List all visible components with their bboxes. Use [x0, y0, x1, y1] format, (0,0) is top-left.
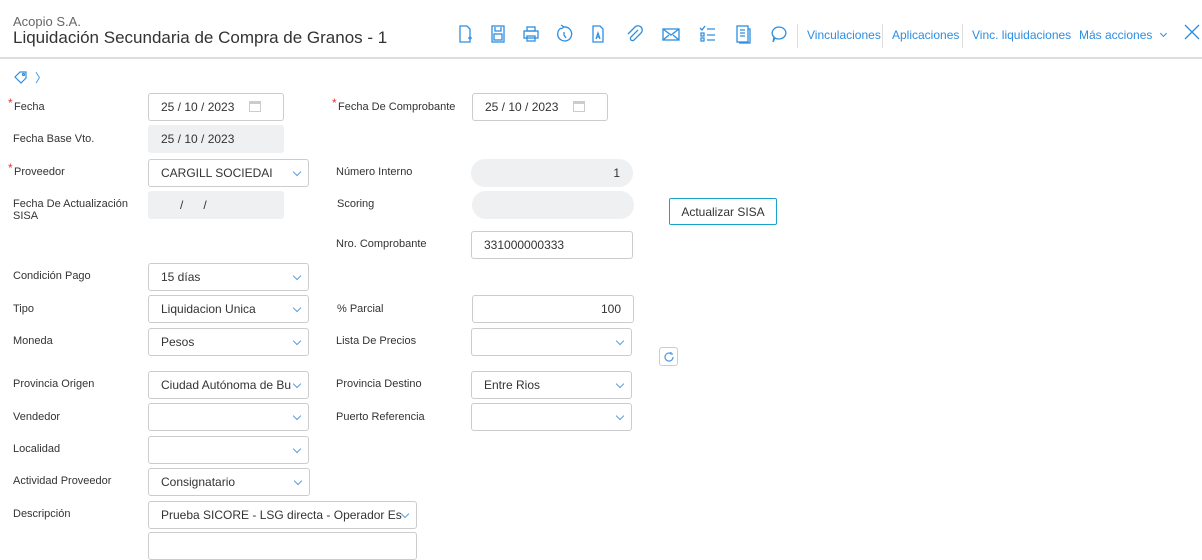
- mas-acciones-menu[interactable]: Más acciones: [1079, 28, 1167, 42]
- provincia-origen-label: Provincia Origen: [13, 378, 95, 390]
- chevron-down-icon: [1159, 29, 1167, 38]
- print-icon[interactable]: [519, 22, 543, 46]
- localidad-label: Localidad: [13, 443, 61, 455]
- actualizar-sisa-button[interactable]: Actualizar SISA: [669, 198, 777, 225]
- fecha-act-sisa-label: Fecha De Actualización SISA: [13, 198, 128, 222]
- comment-icon[interactable]: [767, 22, 791, 46]
- descripcion-select[interactable]: Prueba SICORE - LSG directa - Operador E…: [148, 501, 417, 529]
- company-name: Acopio S.A.: [13, 14, 81, 29]
- fecha-act-sisa-field: / /: [148, 191, 284, 219]
- fecha-input[interactable]: 25 / 10 / 2023: [148, 93, 284, 121]
- vinculaciones-link[interactable]: Vinculaciones: [807, 28, 881, 42]
- proveedor-select[interactable]: CARGILL SOCIEDAI: [148, 159, 309, 187]
- moneda-select[interactable]: Pesos: [148, 328, 309, 356]
- scoring-label: Scoring: [337, 198, 375, 210]
- fecha-value: 25 / 10 / 2023: [161, 100, 235, 114]
- proveedor-label: Proveedor: [8, 162, 65, 178]
- toolbar-separator: [797, 24, 798, 48]
- breadcrumb-chevron-icon[interactable]: 〉: [35, 69, 47, 86]
- checklist-icon[interactable]: [695, 22, 719, 46]
- refresh-icon[interactable]: [659, 347, 678, 366]
- provincia-destino-select[interactable]: Entre Rios: [471, 371, 632, 399]
- lista-precios-label: Lista De Precios: [336, 335, 417, 347]
- fecha-comprobante-value: 25 / 10 / 2023: [485, 100, 559, 114]
- next-field[interactable]: [148, 532, 417, 560]
- numero-interno-label: Número Interno: [336, 166, 413, 178]
- condicion-pago-label: Condición Pago: [13, 270, 91, 282]
- attach-icon[interactable]: [622, 22, 646, 46]
- scoring-field: [472, 191, 634, 219]
- nro-comprobante-input[interactable]: 331000000333: [471, 231, 633, 259]
- localidad-select[interactable]: [148, 436, 309, 464]
- email-icon[interactable]: [659, 22, 683, 46]
- pdf-icon[interactable]: [586, 22, 610, 46]
- lista-precios-select[interactable]: [471, 328, 632, 356]
- tipo-select[interactable]: Liquidacion Unica: [148, 295, 309, 323]
- vendedor-label: Vendedor: [13, 411, 61, 423]
- moneda-label: Moneda: [13, 335, 53, 347]
- mas-acciones-label: Más acciones: [1079, 28, 1153, 42]
- numero-interno-field: 1: [471, 159, 633, 187]
- toolbar-separator: [882, 24, 883, 48]
- actividad-proveedor-select[interactable]: Consignatario: [148, 468, 310, 496]
- fecha-comprobante-input[interactable]: 25 / 10 / 2023: [472, 93, 608, 121]
- aplicaciones-link[interactable]: Aplicaciones: [892, 28, 959, 42]
- fecha-label: Fecha: [8, 97, 44, 113]
- vendedor-select[interactable]: [148, 403, 309, 431]
- header-divider: [0, 57, 1202, 59]
- puerto-referencia-select[interactable]: [471, 403, 632, 431]
- fecha-base-vto-label: Fecha Base Vto.: [13, 133, 95, 145]
- tipo-label: Tipo: [13, 303, 34, 315]
- parcial-label: % Parcial: [337, 303, 384, 315]
- new-document-icon[interactable]: [453, 22, 477, 46]
- toolbar-separator: [962, 24, 963, 48]
- puerto-referencia-label: Puerto Referencia: [336, 411, 425, 423]
- vinc-liquidaciones-link[interactable]: Vinc. liquidaciones: [972, 28, 1071, 42]
- close-icon[interactable]: [1180, 20, 1202, 44]
- fecha-base-vto-field: 25 / 10 / 2023: [148, 125, 284, 153]
- history-icon[interactable]: [552, 22, 576, 46]
- condicion-pago-select[interactable]: 15 días: [148, 263, 309, 291]
- calendar-icon[interactable]: [249, 101, 261, 112]
- document-icon[interactable]: [731, 22, 755, 46]
- parcial-input[interactable]: 100: [472, 295, 634, 323]
- save-icon[interactable]: [486, 22, 510, 46]
- tag-icon[interactable]: [14, 70, 28, 89]
- calendar-icon[interactable]: [573, 101, 585, 112]
- provincia-destino-label: Provincia Destino: [336, 378, 422, 390]
- page-title: Liquidación Secundaria de Compra de Gran…: [13, 28, 388, 47]
- fecha-comprobante-label: Fecha De Comprobante: [332, 97, 455, 113]
- descripcion-label: Descripción: [13, 508, 71, 520]
- actividad-proveedor-label: Actividad Proveedor: [13, 475, 112, 487]
- nro-comprobante-label: Nro. Comprobante: [336, 238, 427, 250]
- provincia-origen-select[interactable]: Ciudad Autónoma de Bu: [148, 371, 309, 399]
